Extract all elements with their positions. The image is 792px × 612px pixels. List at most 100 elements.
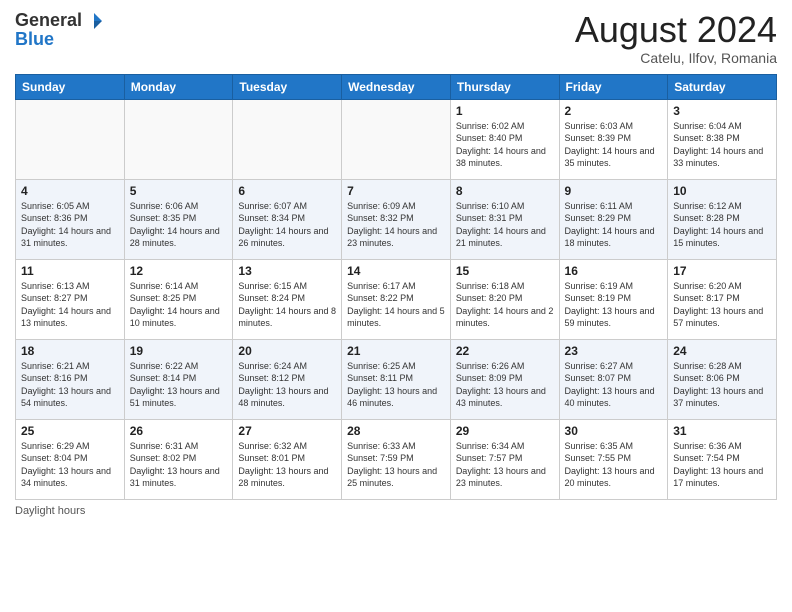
day-number: 26: [130, 424, 228, 438]
col-friday: Friday: [559, 74, 668, 99]
day-info: Sunrise: 6:03 AM Sunset: 8:39 PM Dayligh…: [565, 120, 663, 170]
col-tuesday: Tuesday: [233, 74, 342, 99]
day-number: 12: [130, 264, 228, 278]
header: General Blue August 2024 Catelu, Ilfov, …: [15, 10, 777, 66]
table-row: 7 Sunrise: 6:09 AM Sunset: 8:32 PM Daylig…: [342, 179, 451, 259]
table-row: 3 Sunrise: 6:04 AM Sunset: 8:38 PM Daylig…: [668, 99, 777, 179]
col-sunday: Sunday: [16, 74, 125, 99]
table-row: 28 Sunrise: 6:33 AM Sunset: 7:59 PM Dayli…: [342, 419, 451, 499]
day-number: 9: [565, 184, 663, 198]
table-row: 8Sunrise: 6:10 AM Sunset: 8:31 PM Daylig…: [450, 179, 559, 259]
day-info: Sunrise: 6:10 AM Sunset: 8:31 PM Dayligh…: [456, 200, 554, 250]
day-info: Sunrise: 6:27 AM Sunset: 8:07 PM Dayligh…: [565, 360, 663, 410]
day-number: 6: [238, 184, 336, 198]
logo-general: General: [15, 10, 82, 31]
table-row: 31Sunrise: 6:36 AM Sunset: 7:54 PM Dayli…: [668, 419, 777, 499]
day-info: Sunrise: 6:32 AM Sunset: 8:01 PM Dayligh…: [238, 440, 336, 490]
day-info: Sunrise: 6:26 AM Sunset: 8:09 PM Dayligh…: [456, 360, 554, 410]
table-row: [233, 99, 342, 179]
table-row: 2 Sunrise: 6:03 AM Sunset: 8:39 PM Daylig…: [559, 99, 668, 179]
day-number: 7: [347, 184, 445, 198]
table-row: 19Sunrise: 6:22 AM Sunset: 8:14 PM Dayli…: [124, 339, 233, 419]
day-number: 16: [565, 264, 663, 278]
table-row: 12 Sunrise: 6:14 AM Sunset: 8:25 PM Dayli…: [124, 259, 233, 339]
day-info: Sunrise: 6:09 AM Sunset: 8:32 PM Dayligh…: [347, 200, 445, 250]
day-number: 21: [347, 344, 445, 358]
day-info: Sunrise: 6:35 AM Sunset: 7:55 PM Dayligh…: [565, 440, 663, 490]
day-info: Sunrise: 6:07 AM Sunset: 8:34 PM Dayligh…: [238, 200, 336, 250]
day-info: Sunrise: 6:14 AM Sunset: 8:25 PM Dayligh…: [130, 280, 228, 330]
col-monday: Monday: [124, 74, 233, 99]
page: General Blue August 2024 Catelu, Ilfov, …: [0, 0, 792, 612]
day-number: 28: [347, 424, 445, 438]
day-info: Sunrise: 6:02 AM Sunset: 8:40 PM Dayligh…: [456, 120, 554, 170]
day-number: 25: [21, 424, 119, 438]
day-info: Sunrise: 6:11 AM Sunset: 8:29 PM Dayligh…: [565, 200, 663, 250]
day-info: Sunrise: 6:05 AM Sunset: 8:36 PM Dayligh…: [21, 200, 119, 250]
day-number: 22: [456, 344, 554, 358]
day-number: 27: [238, 424, 336, 438]
table-row: 26 Sunrise: 6:31 AM Sunset: 8:02 PM Dayli…: [124, 419, 233, 499]
day-number: 18: [21, 344, 119, 358]
logo: General Blue: [15, 10, 104, 50]
daylight-label: Daylight hours: [15, 505, 85, 517]
table-row: 18 Sunrise: 6:21 AM Sunset: 8:16 PM Dayli…: [16, 339, 125, 419]
table-row: 24 Sunrise: 6:28 AM Sunset: 8:06 PM Dayli…: [668, 339, 777, 419]
day-info: Sunrise: 6:28 AM Sunset: 8:06 PM Dayligh…: [673, 360, 771, 410]
day-info: Sunrise: 6:17 AM Sunset: 8:22 PM Dayligh…: [347, 280, 445, 330]
col-wednesday: Wednesday: [342, 74, 451, 99]
day-info: Sunrise: 6:34 AM Sunset: 7:57 PM Dayligh…: [456, 440, 554, 490]
day-info: Sunrise: 6:31 AM Sunset: 8:02 PM Dayligh…: [130, 440, 228, 490]
col-saturday: Saturday: [668, 74, 777, 99]
day-info: Sunrise: 6:13 AM Sunset: 8:27 PM Dayligh…: [21, 280, 119, 330]
table-row: 21 Sunrise: 6:25 AM Sunset: 8:11 PM Dayli…: [342, 339, 451, 419]
day-number: 14: [347, 264, 445, 278]
table-row: [342, 99, 451, 179]
location: Catelu, Ilfov, Romania: [575, 50, 777, 66]
day-number: 11: [21, 264, 119, 278]
day-info: Sunrise: 6:20 AM Sunset: 8:17 PM Dayligh…: [673, 280, 771, 330]
logo-text: General: [15, 10, 104, 31]
title-area: August 2024 Catelu, Ilfov, Romania: [575, 10, 777, 66]
day-number: 30: [565, 424, 663, 438]
day-info: Sunrise: 6:29 AM Sunset: 8:04 PM Dayligh…: [21, 440, 119, 490]
day-info: Sunrise: 6:36 AM Sunset: 7:54 PM Dayligh…: [673, 440, 771, 490]
day-number: 19: [130, 344, 228, 358]
day-number: 1: [456, 104, 554, 118]
day-info: Sunrise: 6:15 AM Sunset: 8:24 PM Dayligh…: [238, 280, 336, 330]
table-row: 20Sunrise: 6:24 AM Sunset: 8:12 PM Dayli…: [233, 339, 342, 419]
table-row: 10 Sunrise: 6:12 AM Sunset: 8:28 PM Dayli…: [668, 179, 777, 259]
day-number: 2: [565, 104, 663, 118]
logo-icon: [84, 11, 104, 31]
day-info: Sunrise: 6:06 AM Sunset: 8:35 PM Dayligh…: [130, 200, 228, 250]
day-number: 23: [565, 344, 663, 358]
footer: Daylight hours: [15, 505, 777, 517]
day-info: Sunrise: 6:12 AM Sunset: 8:28 PM Dayligh…: [673, 200, 771, 250]
day-info: Sunrise: 6:24 AM Sunset: 8:12 PM Dayligh…: [238, 360, 336, 410]
table-row: 17 Sunrise: 6:20 AM Sunset: 8:17 PM Dayli…: [668, 259, 777, 339]
calendar-week-row: 18 Sunrise: 6:21 AM Sunset: 8:16 PM Dayli…: [16, 339, 777, 419]
table-row: 16Sunrise: 6:19 AM Sunset: 8:19 PM Dayli…: [559, 259, 668, 339]
day-number: 4: [21, 184, 119, 198]
day-number: 24: [673, 344, 771, 358]
table-row: 15Sunrise: 6:18 AM Sunset: 8:20 PM Dayli…: [450, 259, 559, 339]
table-row: [124, 99, 233, 179]
table-row: 23 Sunrise: 6:27 AM Sunset: 8:07 PM Dayli…: [559, 339, 668, 419]
day-info: Sunrise: 6:33 AM Sunset: 7:59 PM Dayligh…: [347, 440, 445, 490]
day-number: 10: [673, 184, 771, 198]
table-row: 25 Sunrise: 6:29 AM Sunset: 8:04 PM Dayli…: [16, 419, 125, 499]
calendar: Sunday Monday Tuesday Wednesday Thursday…: [15, 74, 777, 500]
calendar-week-row: 11 Sunrise: 6:13 AM Sunset: 8:27 PM Dayli…: [16, 259, 777, 339]
day-info: Sunrise: 6:25 AM Sunset: 8:11 PM Dayligh…: [347, 360, 445, 410]
day-number: 3: [673, 104, 771, 118]
logo-blue: Blue: [15, 29, 54, 49]
day-number: 17: [673, 264, 771, 278]
day-info: Sunrise: 6:18 AM Sunset: 8:20 PM Dayligh…: [456, 280, 554, 330]
calendar-week-row: 1 Sunrise: 6:02 AM Sunset: 8:40 PM Daylig…: [16, 99, 777, 179]
table-row: 6 Sunrise: 6:07 AM Sunset: 8:34 PM Daylig…: [233, 179, 342, 259]
day-number: 5: [130, 184, 228, 198]
table-row: 14 Sunrise: 6:17 AM Sunset: 8:22 PM Dayli…: [342, 259, 451, 339]
day-info: Sunrise: 6:21 AM Sunset: 8:16 PM Dayligh…: [21, 360, 119, 410]
day-info: Sunrise: 6:04 AM Sunset: 8:38 PM Dayligh…: [673, 120, 771, 170]
calendar-week-row: 4 Sunrise: 6:05 AM Sunset: 8:36 PM Daylig…: [16, 179, 777, 259]
